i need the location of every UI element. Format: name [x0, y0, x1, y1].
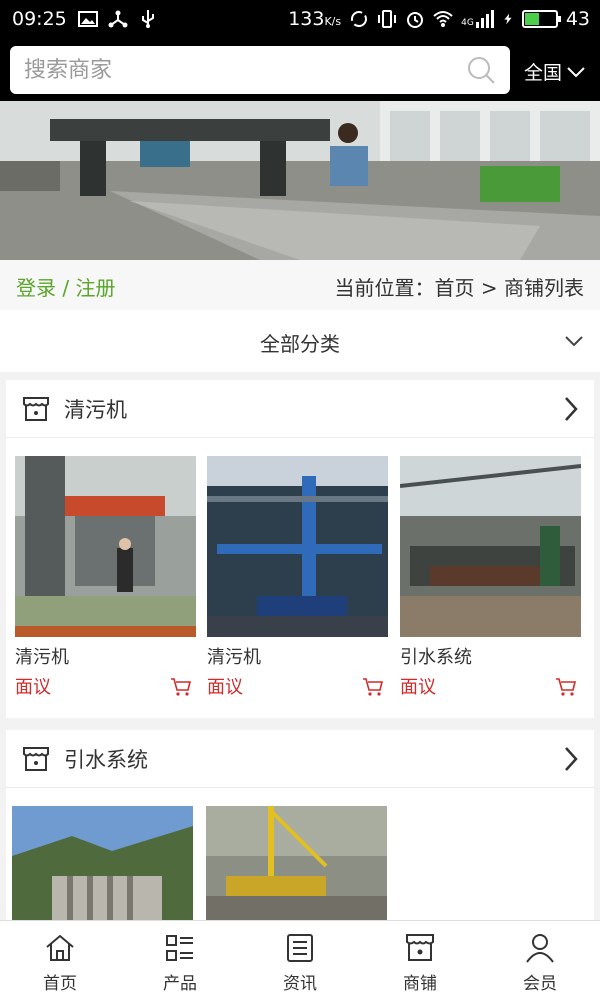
chevron-down-icon — [565, 336, 583, 347]
user-icon — [526, 934, 554, 963]
battery-icon — [521, 10, 561, 28]
list-icon — [166, 935, 193, 961]
nav-item-news[interactable]: 资讯 — [240, 921, 360, 1000]
product-image[interactable] — [12, 806, 193, 920]
shop-icon — [23, 747, 49, 771]
factory-scene — [0, 101, 600, 260]
product-name: 清污机 — [207, 647, 261, 668]
charging-icon — [504, 13, 512, 25]
image-icon — [78, 11, 98, 27]
signal-4g: 4G — [461, 10, 494, 28]
section-header[interactable]: 清污机 — [6, 380, 594, 438]
status-bar: 09:25 133K/s 4G 43 — [0, 0, 600, 40]
breadcrumb-row: 登录 / 注册 当前位置：首页 > 商铺列表 — [0, 260, 600, 310]
region-selector[interactable]: 全国 — [524, 58, 586, 85]
bottom-nav: 首页 产品 资讯 商铺 会员 — [0, 920, 600, 1000]
section-header[interactable]: 引水系统 — [6, 730, 594, 788]
network-speed: 133K/s — [288, 8, 342, 30]
section-title: 引水系统 — [64, 748, 148, 772]
battery-percent: 43 — [565, 8, 590, 30]
category-label: 全部分类 — [260, 332, 340, 356]
status-time: 09:25 — [12, 8, 67, 30]
nav-item-home[interactable]: 首页 — [0, 921, 120, 1000]
product-image[interactable] — [15, 456, 196, 637]
breadcrumb: 当前位置：首页 > 商铺列表 — [334, 276, 584, 300]
nav-label: 资讯 — [283, 974, 317, 994]
product-price: 面议 — [207, 677, 243, 698]
banner-image[interactable] — [0, 101, 600, 260]
cart-icon[interactable] — [362, 677, 384, 697]
product-card[interactable] — [206, 806, 387, 920]
region-label: 全国 — [524, 62, 563, 84]
chevron-right-icon[interactable] — [564, 396, 578, 422]
shop-icon — [23, 397, 49, 421]
product-card[interactable]: 引水系统 面议 — [400, 456, 581, 699]
login-register-link[interactable]: 登录 / 注册 — [16, 272, 115, 301]
cart-icon[interactable] — [170, 677, 192, 697]
news-icon — [287, 934, 313, 962]
nav-label: 商铺 — [403, 974, 437, 994]
shop-icon — [406, 934, 434, 961]
product-price: 面议 — [15, 677, 51, 698]
category-selector[interactable]: 全部分类 — [0, 310, 600, 372]
product-name: 引水系统 — [400, 647, 472, 668]
nav-label: 会员 — [523, 974, 557, 994]
alarm-icon — [407, 12, 424, 28]
product-name: 清污机 — [15, 647, 69, 668]
product-image[interactable] — [206, 806, 387, 920]
nav-item-member[interactable]: 会员 — [480, 921, 600, 1000]
search-input[interactable] — [24, 54, 444, 86]
product-image[interactable] — [207, 456, 388, 637]
top-bar: 09:25 133K/s 4G 43 全 — [0, 0, 600, 101]
chevron-right-icon[interactable] — [564, 746, 578, 772]
share-icon — [108, 10, 128, 28]
nav-item-shops[interactable]: 商铺 — [360, 921, 480, 1000]
search-icon[interactable] — [466, 55, 496, 85]
shop-section: 清污机 清污机 面议 清污机 面议 引水系统 面议 — [6, 380, 594, 718]
cart-icon[interactable] — [555, 677, 577, 697]
home-icon — [46, 934, 74, 961]
product-card[interactable] — [12, 806, 193, 920]
search-box[interactable] — [10, 46, 510, 94]
product-card[interactable]: 清污机 面议 — [207, 456, 388, 699]
sync-icon — [351, 11, 368, 27]
nav-item-products[interactable]: 产品 — [120, 921, 240, 1000]
wifi-icon — [433, 11, 453, 27]
nav-label: 首页 — [43, 974, 77, 994]
product-card[interactable]: 清污机 面议 — [15, 456, 196, 699]
shop-section: 引水系统 — [6, 730, 594, 920]
chevron-down-icon — [567, 66, 585, 77]
vibrate-icon — [378, 10, 397, 28]
usb-icon — [142, 10, 154, 28]
nav-label: 产品 — [163, 974, 197, 994]
section-title: 清污机 — [64, 398, 127, 422]
product-price: 面议 — [400, 677, 436, 698]
product-image[interactable] — [400, 456, 581, 637]
